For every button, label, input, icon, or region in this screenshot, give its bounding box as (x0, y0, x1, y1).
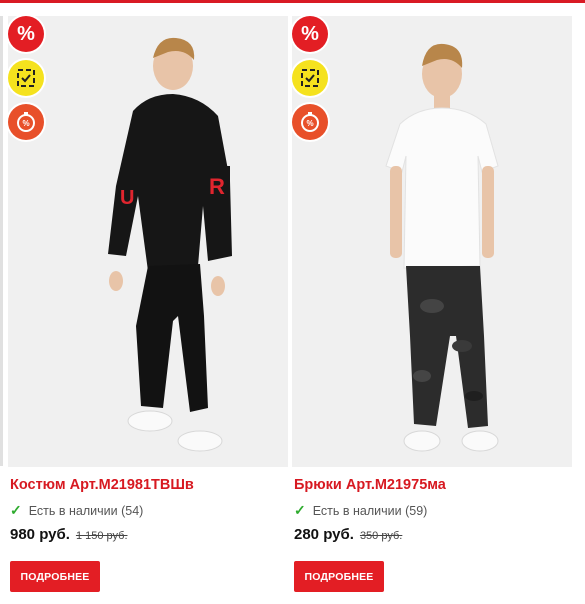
current-price: 280 руб. (294, 526, 354, 543)
boy-in-white-tshirt-image (292, 16, 572, 467)
discount-badge-icon: % (292, 16, 328, 52)
product-photo[interactable]: R U % % (8, 16, 288, 467)
current-price: 980 руб. (10, 526, 70, 543)
old-price: 1 150 руб. (75, 530, 128, 542)
product-card: % % Брюки Арт.М21975ма ✓ Есть в наличии … (292, 13, 572, 603)
product-photo[interactable]: % % (292, 16, 572, 467)
boy-in-black-tracksuit-image: R U (8, 16, 288, 467)
details-button[interactable]: ПОДРОБНЕЕ (294, 561, 384, 592)
top-accent-line (0, 0, 585, 3)
svg-text:%: % (307, 119, 314, 128)
product-title-link[interactable]: Костюм Арт.М21981ТВШв (10, 477, 194, 493)
details-button[interactable]: ПОДРОБНЕЕ (10, 561, 100, 592)
discount-badge-icon: % (8, 16, 44, 52)
svg-text:R: R (209, 174, 225, 199)
svg-text:U: U (120, 187, 134, 209)
chestny-znak-icon (8, 60, 44, 96)
stock-text: Есть в наличии (54) (28, 503, 144, 518)
price-block: 980 руб. 1 150 руб. (10, 526, 128, 543)
check-icon: ✓ (10, 502, 22, 518)
old-price: 350 руб. (359, 530, 403, 542)
product-title-link[interactable]: Брюки Арт.М21975ма (294, 477, 446, 493)
stock-status: ✓ Есть в наличии (54) (10, 502, 143, 519)
stock-text: Есть в наличии (59) (312, 503, 428, 518)
stopwatch-sale-icon: % (8, 104, 44, 140)
product-card: R U % % Костюм Арт.М21981ТВШв ✓ Есть в н… (8, 13, 288, 603)
scrollbar[interactable] (0, 16, 3, 466)
check-icon: ✓ (294, 502, 306, 518)
price-block: 280 руб. 350 руб. (294, 526, 402, 543)
stopwatch-sale-icon: % (292, 104, 328, 140)
stock-status: ✓ Есть в наличии (59) (294, 502, 427, 519)
svg-text:%: % (23, 119, 30, 128)
chestny-znak-icon (292, 60, 328, 96)
